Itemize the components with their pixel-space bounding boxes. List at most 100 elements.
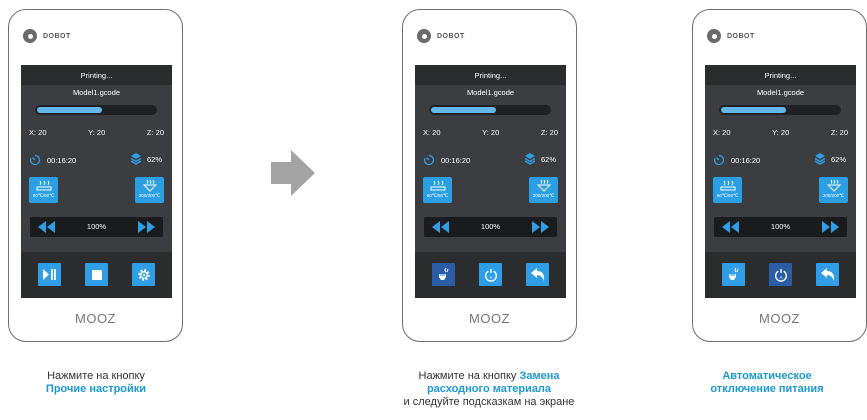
auto-power-off-highlight-1: Автоматическое <box>722 370 812 382</box>
play-pause-button[interactable] <box>38 263 61 286</box>
back-button[interactable] <box>816 263 839 286</box>
bed-temperature-button[interactable]: 60℃/60℃ <box>29 177 58 203</box>
brand: DOBOT <box>23 29 71 43</box>
nozzle-temperature-button[interactable]: 200/200℃ <box>819 177 848 203</box>
coordinates: X: 20 Y: 20 Z: 20 <box>29 128 164 137</box>
device-model-label: MOOZ <box>759 311 800 326</box>
z-coordinate: Z: 20 <box>830 128 848 137</box>
caption-instruction: и следуйте подсказкам на экране <box>403 396 575 408</box>
settings-gear-icon <box>137 268 150 281</box>
elapsed-time: 00:16:20 <box>713 154 760 166</box>
z-coordinate: Z: 20 <box>146 128 164 137</box>
next-step-arrow-icon <box>271 150 315 196</box>
coordinates: X: 20 Y: 20 Z: 20 <box>713 128 848 137</box>
filament-change-icon <box>728 267 738 280</box>
layers-icon <box>524 153 535 165</box>
caption-panel-2: Нажмите на кнопку Замена расходного мате… <box>378 370 600 409</box>
clock-icon <box>423 154 435 166</box>
print-progress-bar <box>719 105 841 115</box>
back-arrow-icon <box>530 268 544 281</box>
auto-power-off-button[interactable]: A <box>769 263 792 286</box>
heated-bed-icon <box>720 180 735 191</box>
auto-power-off-highlight-2: отключение питания <box>710 383 824 395</box>
caption-text: Нажмите на кнопку <box>47 370 145 382</box>
action-bar: A <box>415 252 566 298</box>
elapsed-time: 00:16:20 <box>423 154 470 166</box>
svg-text:A: A <box>779 274 782 279</box>
auto-power-off-button[interactable]: A <box>479 263 502 286</box>
layer-percent: 62% <box>830 154 846 164</box>
filament-change-button[interactable] <box>432 263 455 286</box>
layers-icon <box>814 153 825 165</box>
device-model-label: MOOZ <box>469 311 510 326</box>
time-value: 00:16:20 <box>731 155 761 165</box>
nozzle-temperature-button[interactable]: 200/200℃ <box>529 177 558 203</box>
heated-bed-icon <box>430 180 445 191</box>
auto-power-off-icon: A <box>774 268 787 282</box>
clock-icon <box>713 154 725 166</box>
speed-control: 100% <box>714 217 847 237</box>
touch-screen: Printing... Model1.gcode X: 20 Y: 20 Z: … <box>21 65 172 298</box>
dobot-logo-icon <box>417 29 431 43</box>
stop-icon <box>91 269 102 280</box>
z-coordinate: Z: 20 <box>540 128 558 137</box>
caption-prefix: Нажмите на кнопку <box>418 370 520 382</box>
nozzle-temp-value: 200/200℃ <box>138 193 161 198</box>
print-progress-bar <box>35 105 157 115</box>
model-filename: Model1.gcode <box>466 88 515 97</box>
bed-temperature-button[interactable]: 60℃/60℃ <box>423 177 452 203</box>
heated-bed-icon <box>36 180 51 191</box>
nozzle-temp-value: 200/200℃ <box>532 193 555 198</box>
device-model-label: MOOZ <box>75 311 116 326</box>
coordinates: X: 20 Y: 20 Z: 20 <box>423 128 558 137</box>
brand-name: DOBOT <box>727 32 755 40</box>
auto-power-off-icon: A <box>484 268 497 282</box>
print-status: Printing... <box>705 65 856 85</box>
brand-name: DOBOT <box>437 32 465 40</box>
layer-progress: 62% <box>524 153 556 165</box>
caption-panel-3: Автоматическое отключение питания <box>672 370 862 396</box>
speed-increase-icon[interactable] <box>532 221 549 233</box>
x-coordinate: X: 20 <box>29 128 47 137</box>
speed-increase-icon[interactable] <box>138 221 155 233</box>
speed-control: 100% <box>30 217 163 237</box>
filament-change-button[interactable] <box>722 263 745 286</box>
other-settings-button[interactable] <box>132 263 155 286</box>
x-coordinate: X: 20 <box>423 128 441 137</box>
nozzle-icon <box>826 180 841 192</box>
speed-increase-icon[interactable] <box>822 221 839 233</box>
dobot-logo-icon <box>23 29 37 43</box>
nozzle-icon <box>536 180 551 192</box>
brand-name: DOBOT <box>43 32 71 40</box>
other-settings-highlight: Прочие настройки <box>45 383 147 395</box>
print-progress-bar <box>429 105 551 115</box>
progress-fill <box>431 107 496 113</box>
nozzle-temp-value: 200/200℃ <box>822 193 845 198</box>
brand: DOBOT <box>417 29 465 43</box>
layer-percent: 62% <box>540 154 556 164</box>
action-bar: A <box>705 252 856 298</box>
bed-temp-value: 60℃/60℃ <box>716 193 739 198</box>
time-value: 00:16:20 <box>47 155 77 165</box>
speed-control: 100% <box>424 217 557 237</box>
layers-icon <box>130 153 141 165</box>
filament-change-highlight-2: расходного материала <box>426 383 552 395</box>
nozzle-temperature-button[interactable]: 200/200℃ <box>135 177 164 203</box>
progress-fill <box>37 107 102 113</box>
progress-fill <box>721 107 786 113</box>
print-status: Printing... <box>415 65 566 85</box>
bed-temp-value: 60℃/60℃ <box>32 193 55 198</box>
y-coordinate: Y: 20 <box>772 128 790 137</box>
bed-temperature-button[interactable]: 60℃/60℃ <box>713 177 742 203</box>
printer-screen-panel-2: DOBOT Printing... Model1.gcode X: 20 Y: … <box>402 9 577 342</box>
svg-text:A: A <box>489 274 492 279</box>
brand: DOBOT <box>707 29 755 43</box>
caption-line-1: Нажмите на кнопку Замена <box>378 370 600 383</box>
stop-button[interactable] <box>85 263 108 286</box>
elapsed-time: 00:16:20 <box>29 154 76 166</box>
touch-screen: Printing... Model1.gcode X: 20 Y: 20 Z: … <box>415 65 566 298</box>
printer-screen-panel-1: DOBOT Printing... Model1.gcode X: 20 Y: … <box>8 9 183 342</box>
layer-progress: 62% <box>814 153 846 165</box>
back-button[interactable] <box>526 263 549 286</box>
play-pause-icon <box>43 269 56 280</box>
